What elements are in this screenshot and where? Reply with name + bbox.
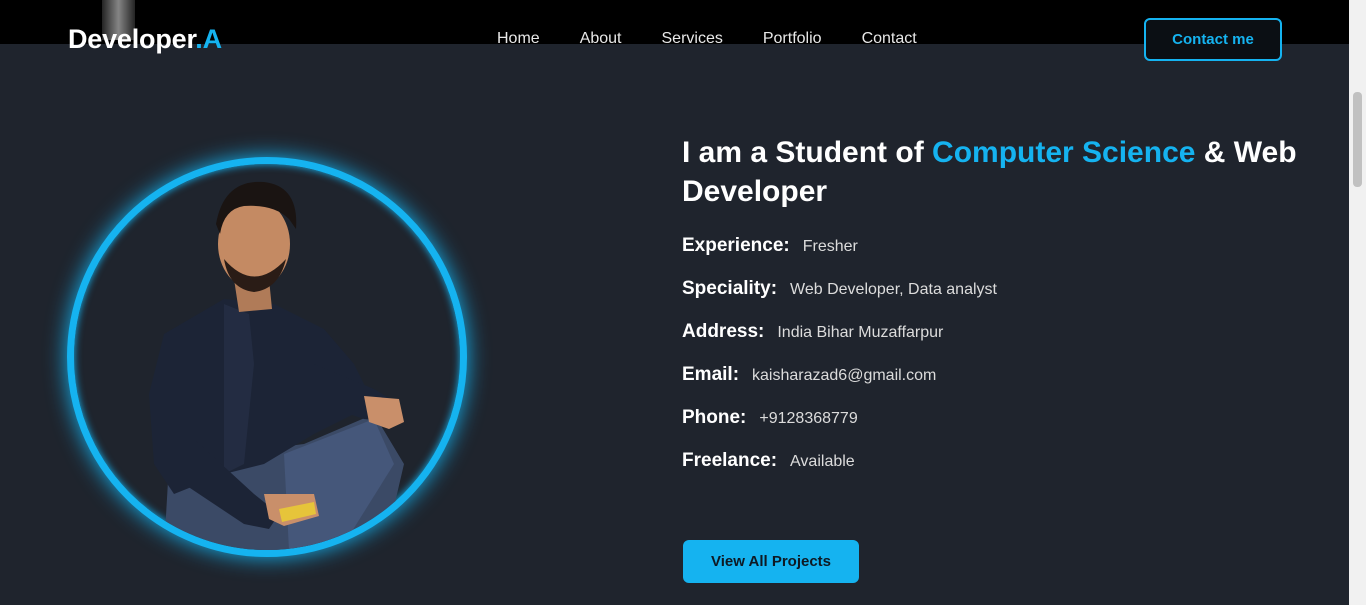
- brand-suffix: .A: [195, 24, 222, 54]
- detail-label: Email:: [682, 364, 740, 385]
- detail-email: Email: kaisharazad6@gmail.com: [682, 364, 1302, 407]
- details-list: Experience: Fresher Speciality: Web Deve…: [682, 235, 1302, 493]
- detail-value: India Bihar Muzaffarpur: [777, 324, 944, 341]
- detail-phone: Phone: +9128368779: [682, 407, 1302, 450]
- nav-about[interactable]: About: [580, 30, 622, 48]
- nav-services[interactable]: Services: [662, 30, 723, 48]
- detail-value: Web Developer, Data analyst: [790, 281, 997, 298]
- detail-freelance: Freelance: Available: [682, 450, 1302, 493]
- scrollbar-thumb[interactable]: [1353, 92, 1362, 187]
- person-illustration: [149, 181, 404, 550]
- detail-value: Fresher: [802, 238, 858, 255]
- brand-name: Developer: [68, 24, 196, 54]
- detail-label: Address:: [682, 321, 765, 342]
- view-all-projects-button[interactable]: View All Projects: [683, 540, 859, 583]
- detail-label: Phone:: [682, 407, 747, 428]
- detail-value: kaisharazad6@gmail.com: [752, 367, 937, 384]
- detail-label: Experience:: [682, 235, 790, 256]
- detail-experience: Experience: Fresher: [682, 235, 1302, 278]
- main-nav: Home About Services Portfolio Contact: [497, 30, 957, 48]
- contact-me-button[interactable]: Contact me: [1144, 18, 1282, 61]
- detail-speciality: Speciality: Web Developer, Data analyst: [682, 278, 1302, 321]
- about-headline: I am a Student of Computer Science & Web…: [682, 133, 1302, 211]
- profile-photo: [67, 157, 467, 557]
- headline-highlight: Computer Science: [932, 136, 1196, 169]
- page-scrollbar[interactable]: [1349, 0, 1366, 605]
- nav-home[interactable]: Home: [497, 30, 540, 48]
- detail-value: +9128368779: [759, 410, 858, 427]
- nav-portfolio[interactable]: Portfolio: [763, 30, 822, 48]
- detail-address: Address: India Bihar Muzaffarpur: [682, 321, 1302, 364]
- detail-value: Available: [790, 453, 855, 470]
- headline-text-pre: I am a Student of: [682, 136, 933, 169]
- site-header: Developer.A Home About Services Portfoli…: [0, 0, 1349, 80]
- brand-logo[interactable]: Developer.A: [68, 24, 222, 55]
- detail-label: Freelance:: [682, 450, 778, 471]
- about-section: I am a Student of Computer Science & Web…: [682, 133, 1302, 493]
- detail-label: Speciality:: [682, 278, 778, 299]
- nav-contact[interactable]: Contact: [862, 30, 917, 48]
